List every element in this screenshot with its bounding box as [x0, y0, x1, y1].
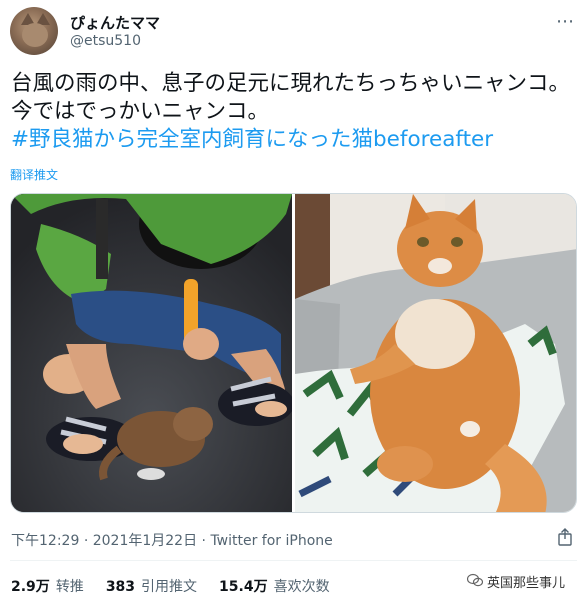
- hashtag-link[interactable]: #野良猫から完全室内飼育になった猫beforeafter: [11, 126, 577, 154]
- share-icon[interactable]: [557, 528, 573, 546]
- retweets-stat[interactable]: 2.9万 转推: [11, 576, 84, 596]
- meta-separator: ·: [83, 533, 89, 549]
- quotes-stat[interactable]: 383 引用推文: [106, 576, 197, 596]
- tweet-time[interactable]: 下午12:29: [11, 533, 79, 549]
- cat-after-photo[interactable]: [295, 194, 576, 512]
- wechat-icon: [466, 573, 484, 591]
- watermark-text: 英国那些事儿: [486, 576, 565, 591]
- translate-tweet-link[interactable]: 翻译推文: [10, 166, 58, 183]
- media-grid: [10, 193, 577, 513]
- tweet-header: ぴょんたママ @etsu510 ⋯: [10, 7, 577, 57]
- tweet-text: 台風の雨の中、息子の足元に現れたちっちゃいニャンコ。今ではでっかいニャンコ。: [11, 71, 571, 124]
- tweet-meta: 下午12:29 · 2021年1月22日 · Twitter for iPhon…: [11, 530, 333, 550]
- cat-avatar-icon[interactable]: [10, 7, 58, 55]
- source-watermark: 英国那些事儿: [462, 570, 569, 593]
- likes-stat[interactable]: 15.4万 喜欢次数: [219, 576, 330, 596]
- more-options-icon[interactable]: ⋯: [556, 11, 575, 32]
- author-display-name[interactable]: ぴょんたママ: [70, 12, 160, 33]
- tweet-source[interactable]: Twitter for iPhone: [210, 533, 332, 549]
- author-handle[interactable]: @etsu510: [70, 33, 141, 49]
- tweet-date[interactable]: 2021年1月22日: [93, 533, 197, 549]
- tweet-body: 台風の雨の中、息子の足元に現れたちっちゃいニャンコ。今ではでっかいニャンコ。 #…: [11, 70, 577, 154]
- meta-separator: ·: [201, 533, 206, 549]
- kitten-before-photo[interactable]: [11, 194, 292, 512]
- divider: [10, 560, 577, 561]
- engagement-stats: 2.9万 转推 383 引用推文 15.4万 喜欢次数: [11, 576, 330, 596]
